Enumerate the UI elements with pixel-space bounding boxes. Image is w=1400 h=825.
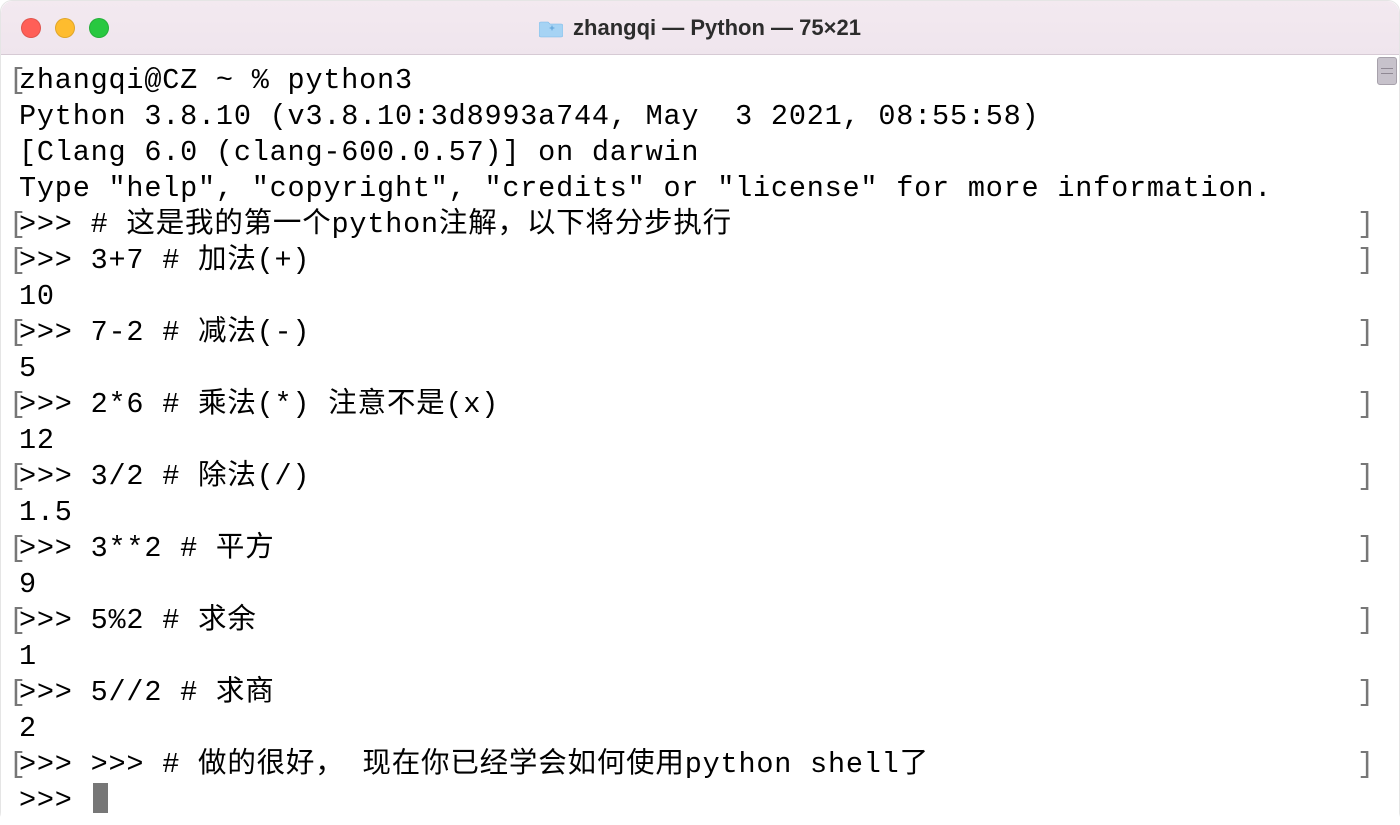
line-bracket-right: ] bbox=[1357, 207, 1367, 243]
terminal-text: >>> 5//2 # 求商 bbox=[19, 675, 1357, 711]
line-bracket-right: ] bbox=[1357, 243, 1367, 279]
terminal-text: >>> # 这是我的第一个python注解，以下将分步执行 bbox=[19, 207, 1357, 243]
terminal-line: [>>> 3+7 # 加法(+)] bbox=[9, 243, 1367, 279]
terminal-line: [>>> 5%2 # 求余] bbox=[9, 603, 1367, 639]
line-bracket-right: ] bbox=[1357, 531, 1367, 567]
window-title: zhangqi — Python — 75×21 bbox=[573, 15, 861, 41]
scrollbar-thumb[interactable] bbox=[1377, 57, 1397, 85]
line-bracket-right: ] bbox=[1357, 459, 1367, 495]
terminal-cursor bbox=[93, 783, 108, 813]
line-bracket-left: [ bbox=[9, 747, 19, 783]
terminal-text: 9 bbox=[19, 567, 1357, 603]
line-bracket-right: ] bbox=[1357, 387, 1367, 423]
folder-icon bbox=[539, 18, 563, 38]
terminal-line: Python 3.8.10 (v3.8.10:3d8993a744, May 3… bbox=[9, 99, 1367, 135]
terminal-text: >>> 2*6 # 乘法(*) 注意不是(x) bbox=[19, 387, 1357, 423]
terminal-line: 10 bbox=[9, 279, 1367, 315]
line-bracket-left: [ bbox=[9, 459, 19, 495]
terminal-content[interactable]: [zhangqi@CZ ~ % python3 Python 3.8.10 (v… bbox=[1, 55, 1375, 825]
terminal-text: >>> bbox=[19, 783, 1357, 819]
window-titlebar: zhangqi — Python — 75×21 bbox=[1, 1, 1399, 55]
terminal-text: >>> 3+7 # 加法(+) bbox=[19, 243, 1357, 279]
line-bracket-right bbox=[1357, 639, 1367, 675]
terminal-text: >>> 5%2 # 求余 bbox=[19, 603, 1357, 639]
line-bracket-left bbox=[9, 351, 19, 387]
terminal-text: >>> >>> # 做的很好， 现在你已经学会如何使用python shell了 bbox=[19, 747, 1357, 783]
line-bracket-left bbox=[9, 135, 19, 171]
terminal-line: [>>> 3**2 # 平方] bbox=[9, 531, 1367, 567]
terminal-text: >>> 7-2 # 减法(-) bbox=[19, 315, 1357, 351]
line-bracket-left bbox=[9, 567, 19, 603]
line-bracket-left bbox=[9, 279, 19, 315]
terminal-text: >>> 3/2 # 除法(/) bbox=[19, 459, 1357, 495]
line-bracket-left bbox=[9, 99, 19, 135]
terminal-text: 1 bbox=[19, 639, 1357, 675]
terminal-line: [>>> 5//2 # 求商] bbox=[9, 675, 1367, 711]
line-bracket-left: [ bbox=[9, 243, 19, 279]
line-bracket-left: [ bbox=[9, 603, 19, 639]
terminal-text: 12 bbox=[19, 423, 1357, 459]
terminal-text: Python 3.8.10 (v3.8.10:3d8993a744, May 3… bbox=[19, 99, 1357, 135]
terminal-text: 2 bbox=[19, 711, 1357, 747]
line-bracket-left bbox=[9, 711, 19, 747]
line-bracket-right bbox=[1357, 495, 1367, 531]
terminal-text: >>> 3**2 # 平方 bbox=[19, 531, 1357, 567]
line-bracket-left: [ bbox=[9, 387, 19, 423]
line-bracket-left: [ bbox=[9, 207, 19, 243]
terminal-line: [>>> # 这是我的第一个python注解，以下将分步执行] bbox=[9, 207, 1367, 243]
terminal-text: 10 bbox=[19, 279, 1357, 315]
close-button[interactable] bbox=[21, 18, 41, 38]
line-bracket-right bbox=[1357, 99, 1367, 135]
terminal-line: [>>> 3/2 # 除法(/)] bbox=[9, 459, 1367, 495]
line-bracket-right bbox=[1357, 63, 1367, 99]
terminal-line: 1.5 bbox=[9, 495, 1367, 531]
terminal-line: 1 bbox=[9, 639, 1367, 675]
line-bracket-left bbox=[9, 495, 19, 531]
terminal-text: zhangqi@CZ ~ % python3 bbox=[19, 63, 1357, 99]
line-bracket-right bbox=[1357, 711, 1367, 747]
line-bracket-left: [ bbox=[9, 63, 19, 99]
line-bracket-right bbox=[1357, 783, 1367, 819]
line-bracket-left: [ bbox=[9, 531, 19, 567]
scrollbar[interactable] bbox=[1375, 55, 1399, 825]
scrollbar-track[interactable] bbox=[1377, 55, 1397, 825]
line-bracket-left: [ bbox=[9, 315, 19, 351]
terminal-line: 2 bbox=[9, 711, 1367, 747]
terminal-line: 9 bbox=[9, 567, 1367, 603]
line-bracket-right bbox=[1357, 171, 1367, 207]
terminal-area[interactable]: [zhangqi@CZ ~ % python3 Python 3.8.10 (v… bbox=[1, 55, 1399, 825]
traffic-lights bbox=[21, 18, 109, 38]
terminal-text: 1.5 bbox=[19, 495, 1357, 531]
terminal-line: [>>> >>> # 做的很好， 现在你已经学会如何使用python shell… bbox=[9, 747, 1367, 783]
terminal-text: Type "help", "copyright", "credits" or "… bbox=[19, 171, 1357, 207]
terminal-line: 12 bbox=[9, 423, 1367, 459]
terminal-line: [Clang 6.0 (clang-600.0.57)] on darwin bbox=[9, 135, 1367, 171]
line-bracket-left bbox=[9, 423, 19, 459]
terminal-line: [>>> 7-2 # 减法(-)] bbox=[9, 315, 1367, 351]
terminal-line: [>>> 2*6 # 乘法(*) 注意不是(x)] bbox=[9, 387, 1367, 423]
terminal-line: Type "help", "copyright", "credits" or "… bbox=[9, 171, 1367, 207]
line-bracket-right bbox=[1357, 423, 1367, 459]
line-bracket-left bbox=[9, 171, 19, 207]
terminal-line: [zhangqi@CZ ~ % python3 bbox=[9, 63, 1367, 99]
line-bracket-right bbox=[1357, 567, 1367, 603]
line-bracket-left bbox=[9, 783, 19, 819]
window-title-wrap: zhangqi — Python — 75×21 bbox=[1, 15, 1399, 41]
terminal-line: >>> bbox=[9, 783, 1367, 819]
line-bracket-right bbox=[1357, 279, 1367, 315]
line-bracket-right: ] bbox=[1357, 315, 1367, 351]
terminal-line: 5 bbox=[9, 351, 1367, 387]
line-bracket-right: ] bbox=[1357, 747, 1367, 783]
terminal-text: 5 bbox=[19, 351, 1357, 387]
terminal-text: [Clang 6.0 (clang-600.0.57)] on darwin bbox=[19, 135, 1357, 171]
line-bracket-left bbox=[9, 639, 19, 675]
line-bracket-right: ] bbox=[1357, 675, 1367, 711]
line-bracket-right bbox=[1357, 135, 1367, 171]
maximize-button[interactable] bbox=[89, 18, 109, 38]
line-bracket-right bbox=[1357, 351, 1367, 387]
minimize-button[interactable] bbox=[55, 18, 75, 38]
line-bracket-right: ] bbox=[1357, 603, 1367, 639]
line-bracket-left: [ bbox=[9, 675, 19, 711]
